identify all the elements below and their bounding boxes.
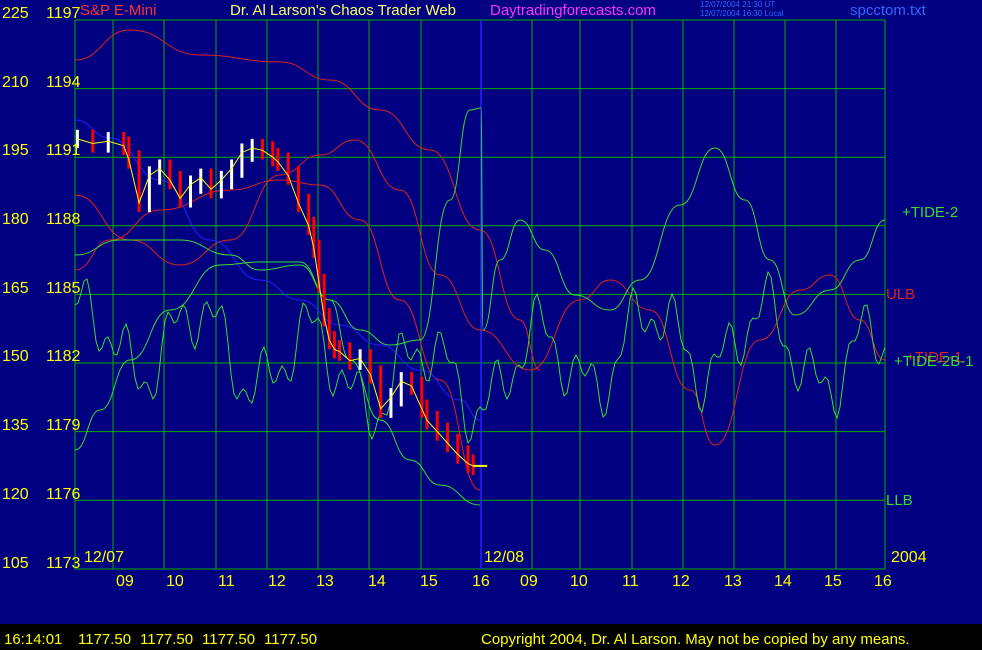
- series-label-llb: LLB: [886, 492, 913, 509]
- x-hour-label: 14: [774, 573, 792, 590]
- tide-2-curve: [74, 107, 886, 346]
- x-hour-label: 12: [268, 573, 286, 590]
- tide-2b-1-curve: [74, 270, 886, 445]
- date-label-day1: 12/07: [84, 549, 125, 566]
- y-left-label: 225: [2, 5, 29, 22]
- y-left-label: 150: [2, 348, 29, 365]
- x-hour-label: 10: [166, 573, 184, 590]
- y-left-label: 135: [2, 417, 29, 434]
- x-hour-label: 10: [570, 573, 588, 590]
- chart-window: S&P E-Mini Dr. Al Larson's Chaos Trader …: [0, 0, 982, 650]
- instrument-title: S&P E-Mini: [80, 2, 157, 19]
- series-label-ulb: ULB: [886, 286, 916, 303]
- y-price-label: 1197: [46, 5, 81, 22]
- y-price-label: 1188: [46, 211, 81, 228]
- y-price-label: 1194: [46, 74, 81, 91]
- y-price-label: 1173: [46, 555, 81, 572]
- price-average-line: [77, 138, 474, 467]
- quote-high: 1177.50: [140, 631, 194, 648]
- y-left-label: 120: [2, 486, 29, 503]
- quote-low: 1177.50: [202, 631, 256, 648]
- quote-open: 1177.50: [78, 631, 132, 648]
- year-label: 2004: [891, 549, 927, 566]
- y-price-label: 1185: [46, 280, 81, 297]
- x-hour-label: 12: [672, 573, 690, 590]
- x-hour-label: 15: [824, 573, 842, 590]
- y-price-label: 1179: [46, 417, 81, 434]
- series-label-tide-2: +TIDE-2: [902, 204, 959, 221]
- x-hour-label: 13: [316, 573, 334, 590]
- y-price-label: 1191: [46, 142, 81, 159]
- y-left-label: 195: [2, 142, 29, 159]
- x-hour-label: 09: [520, 573, 538, 590]
- y-left-label: 180: [2, 211, 29, 228]
- x-hour-label: 16: [472, 573, 490, 590]
- x-hour-label: 11: [218, 573, 235, 590]
- chart-plot-area: [74, 19, 886, 570]
- quote-close: 1177.50: [264, 631, 318, 648]
- lower-band-curve: [74, 179, 481, 491]
- quote-time: 16:14:01: [4, 631, 63, 648]
- copyright-notice: Copyright 2004, Dr. Al Larson. May not b…: [481, 631, 910, 648]
- x-hour-label: 16: [874, 573, 892, 590]
- y-price-label: 1176: [46, 486, 81, 503]
- y-left-label: 105: [2, 555, 29, 572]
- timestamp-local: 12/07/2004 16:30 Local: [700, 9, 784, 18]
- y-left-label: 165: [2, 280, 29, 297]
- site-title: Dr. Al Larson's Chaos Trader Web: [230, 2, 457, 19]
- x-hour-label: 14: [368, 573, 386, 590]
- y-price-label: 1182: [46, 348, 81, 365]
- data-file-name: spcctom.txt: [850, 2, 926, 19]
- series-label-tide-2b-1: +TIDE-2B-1: [894, 353, 974, 370]
- x-hour-label: 15: [420, 573, 438, 590]
- x-hour-label: 11: [622, 573, 639, 590]
- llb-curve: [74, 261, 481, 506]
- x-hour-label: 09: [116, 573, 134, 590]
- site-url[interactable]: Daytradingforecasts.com: [490, 3, 656, 18]
- y-left-label: 210: [2, 74, 29, 91]
- x-hour-label: 13: [724, 573, 742, 590]
- date-label-day2: 12/08: [484, 549, 525, 566]
- timestamp-ut: 12/07/2004 21:30 UT: [700, 0, 776, 9]
